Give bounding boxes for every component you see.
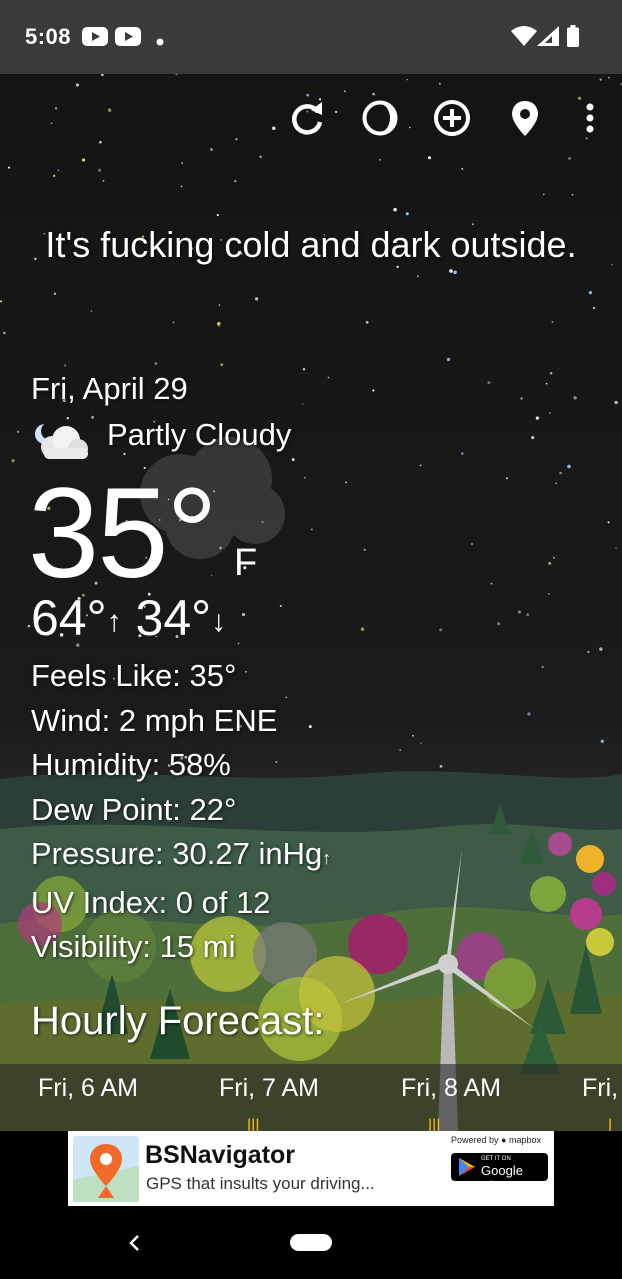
detail-visibility: Visibility: 15 mi <box>31 925 331 970</box>
youtube-icon <box>115 27 141 51</box>
detail-label: Pressure: <box>31 836 164 871</box>
detail-value: 0 of 12 <box>175 884 271 920</box>
more-options-button[interactable] <box>566 96 610 140</box>
temperature-unit: F <box>234 542 258 584</box>
play-store-icon <box>459 1158 475 1176</box>
detail-pressure: Pressure: 30.27 inHg↑ <box>31 832 331 881</box>
condition-text: Partly Cloudy <box>107 417 292 452</box>
detail-value: 2 mph ENE <box>118 702 278 738</box>
detail-label: Feels Like: <box>31 658 181 693</box>
location-pin-icon <box>512 101 538 136</box>
detail-value: 15 mi <box>159 929 236 964</box>
home-pill[interactable] <box>290 1234 332 1251</box>
detail-dew-point: Dew Point: 22° <box>31 788 331 833</box>
phone-screen: 5:08 It's fucking cold and dark outside.… <box>0 0 622 1279</box>
add-location-button[interactable] <box>430 96 474 140</box>
refresh-icon <box>292 102 323 135</box>
detail-label: Humidity: <box>31 747 161 782</box>
refresh-button[interactable] <box>285 96 329 140</box>
weather-details: Feels Like: 35° Wind: 2 mph ENE Humidity… <box>31 654 331 970</box>
ad-subtitle: GPS that insults your driving... <box>146 1174 375 1193</box>
sun-icon: | <box>608 1117 613 1132</box>
navigation-bar <box>0 1209 622 1279</box>
ad-area: BSNavigator GPS that insults your drivin… <box>0 1131 622 1209</box>
detail-value: 22° <box>189 791 237 827</box>
high-temperature: 64° <box>31 590 107 646</box>
status-bar: 5:08 <box>0 0 622 74</box>
detail-label: Wind: <box>31 702 111 738</box>
location-button[interactable] <box>503 96 547 140</box>
low-arrow: ↓ <box>211 604 227 638</box>
theme-icon <box>362 100 398 136</box>
play-store-text: Google Play <box>481 1163 523 1193</box>
high-low-temperature: 64°↑ 34°↓ <box>31 589 226 651</box>
hourly-forecast-title: Hourly Forecast: <box>31 999 325 1043</box>
detail-value: 30.27 inHg <box>172 836 323 871</box>
ad-title: BSNavigator <box>145 1141 296 1169</box>
mapbox-logo-icon: ● <box>501 1135 507 1145</box>
ad-banner[interactable]: BSNavigator GPS that insults your drivin… <box>68 1131 554 1206</box>
google-play-badge[interactable]: GET IT ON Google Play <box>451 1153 548 1193</box>
status-time: 5:08 <box>25 24 72 49</box>
detail-value: 35° <box>189 658 237 693</box>
weather-headline: It's fucking cold and dark outside. <box>45 224 577 265</box>
detail-feels-like: Feels Like: 35° <box>31 654 331 699</box>
partly-cloudy-night-icon <box>30 419 92 466</box>
powered-brand-text: mapbox <box>509 1135 542 1145</box>
back-button[interactable] <box>120 1223 150 1263</box>
detail-label: UV Index: <box>31 884 168 920</box>
hourly-item[interactable]: Fri, 8 AM <box>401 1074 501 1103</box>
detail-label: Visibility: <box>31 929 152 964</box>
pressure-trend-arrow: ↑ <box>322 848 332 868</box>
current-date: Fri, April 29 <box>31 371 188 406</box>
play-get-text: GET IT ON <box>481 1156 511 1162</box>
youtube-icon <box>82 27 108 51</box>
more-vert-icon <box>586 103 594 133</box>
hourly-forecast-strip[interactable]: Fri, 6 AM Fri, 7 AM Fri, 8 AM Fri, ||| |… <box>0 1064 622 1131</box>
back-icon <box>129 1235 139 1251</box>
add-location-icon <box>434 100 470 136</box>
powered-by-text: Powered by <box>451 1135 499 1145</box>
sun-icon: ||| <box>247 1117 260 1132</box>
detail-wind: Wind: 2 mph ENE <box>31 699 331 744</box>
low-temperature: 34° <box>135 590 212 646</box>
detail-humidity: Humidity: 58% <box>31 743 331 788</box>
weather-app: It's fucking cold and dark outside. Fri,… <box>0 74 622 1131</box>
battery-icon <box>567 25 579 52</box>
hourly-item[interactable]: Fri, <box>582 1074 618 1103</box>
notification-dot-icon <box>156 33 164 51</box>
sun-icon: ||| <box>428 1117 441 1132</box>
hourly-item[interactable]: Fri, 6 AM <box>38 1074 138 1103</box>
ad-powered-by: Powered by ● mapbox <box>451 1135 541 1145</box>
high-arrow: ↑ <box>106 604 122 638</box>
hourly-item[interactable]: Fri, 7 AM <box>219 1074 319 1103</box>
current-temperature: 35° <box>28 462 218 605</box>
map-pin-logo-icon <box>73 1136 139 1202</box>
detail-label: Dew Point: <box>31 791 181 827</box>
theme-button[interactable] <box>358 96 402 140</box>
wifi-icon <box>511 26 537 51</box>
detail-value: 58% <box>168 747 231 782</box>
cellular-icon <box>537 26 559 51</box>
detail-uv-index: UV Index: 0 of 12 <box>31 881 331 926</box>
